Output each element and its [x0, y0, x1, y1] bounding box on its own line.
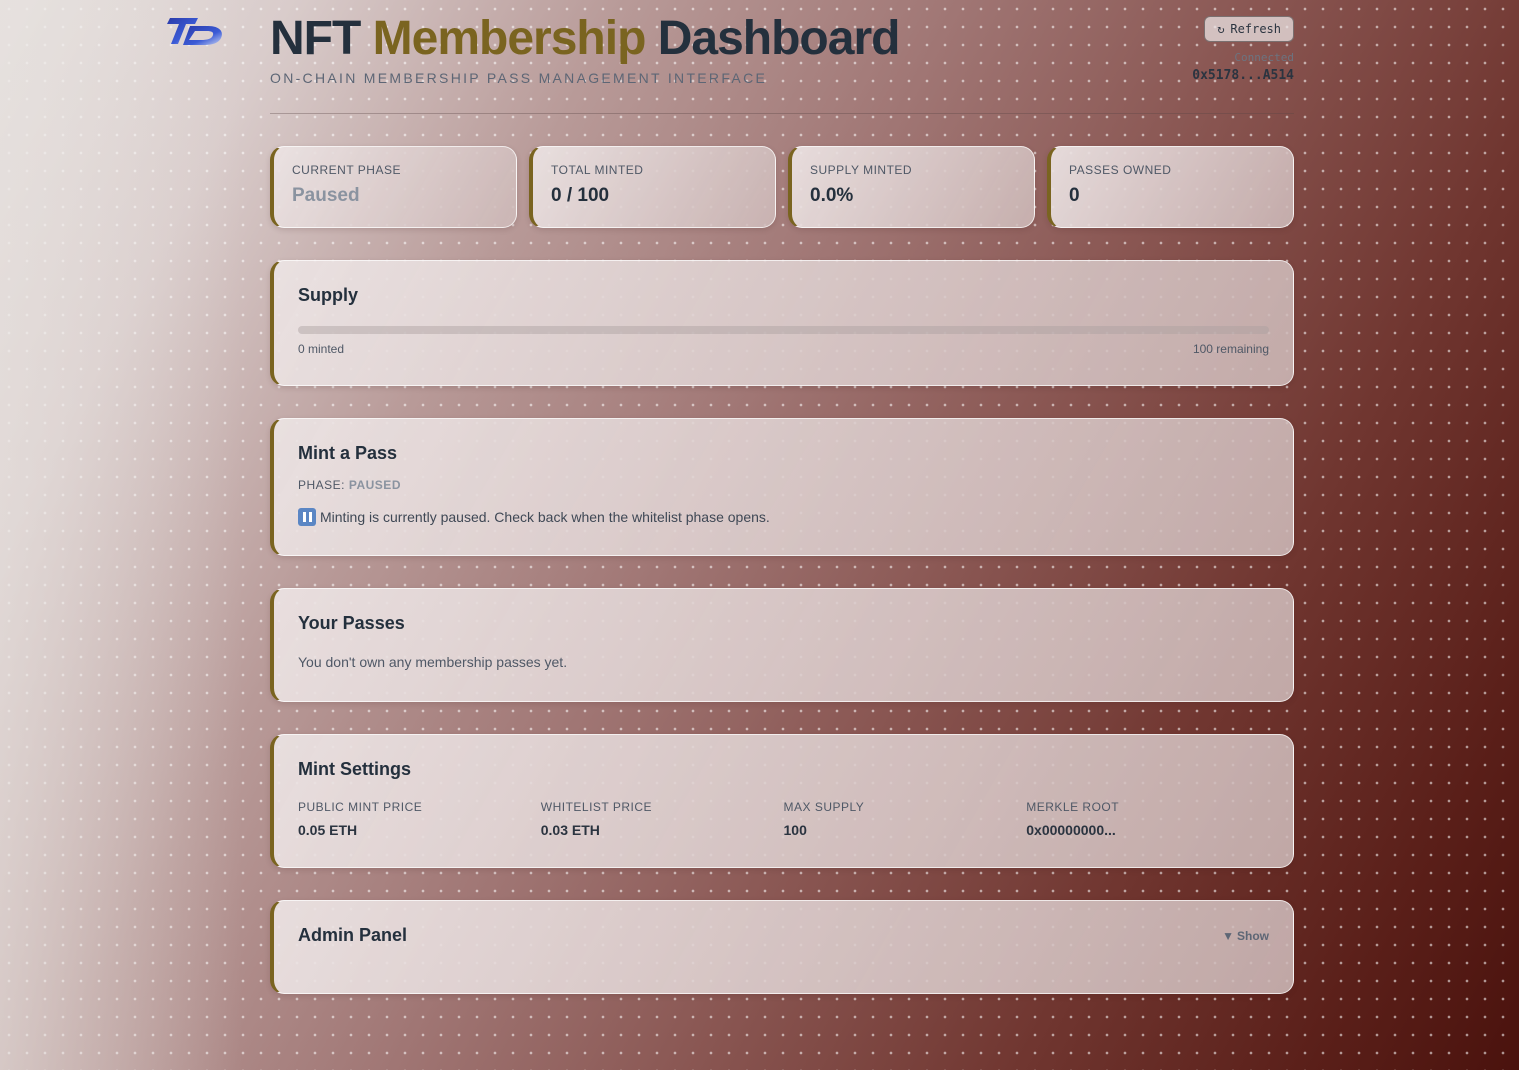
setting-label: WHITELIST PRICE [540, 800, 653, 814]
stat-label: TOTAL MINTED [551, 163, 644, 177]
passes-empty-text: You don't own any membership passes yet. [298, 654, 568, 670]
wallet-address: 0x5178...A514 [1192, 68, 1294, 83]
mint-card: Mint a Pass PHASE: PAUSED Minting is cur… [270, 418, 1294, 556]
phase-label: PHASE: [298, 478, 346, 492]
admin-show-toggle[interactable]: ▼ Show [1222, 929, 1269, 943]
refresh-icon: ↻ [1217, 22, 1225, 36]
setting-value: 0.03 ETH [540, 822, 600, 838]
mint-phase: PHASE: PAUSED [298, 478, 1269, 492]
stat-label: PASSES OWNED [1069, 163, 1172, 177]
setting-max-supply: MAX SUPPLY 100 [784, 800, 1027, 838]
remaining-label: 100 remaining [1192, 342, 1269, 356]
stat-value: 0.0% [810, 185, 854, 206]
stat-card-supply-minted: SUPPLY MINTED 0.0% [788, 146, 1035, 228]
page-subtitle: ON-CHAIN MEMBERSHIP PASS MANAGEMENT INTE… [270, 70, 768, 86]
passes-title: Your Passes [298, 613, 405, 633]
pause-icon [298, 508, 316, 526]
mint-notice: Minting is currently paused. Check back … [298, 508, 1269, 526]
triangle-down-icon: ▼ [1222, 928, 1234, 943]
setting-whitelist-price: WHITELIST PRICE 0.03 ETH [541, 800, 784, 838]
setting-value: 0.05 ETH [298, 822, 358, 838]
supply-card: Supply 0 minted 100 remaining [270, 260, 1294, 386]
setting-label: MAX SUPPLY [783, 800, 865, 814]
mint-notice-text: Minting is currently paused. Check back … [320, 509, 770, 525]
td-logo-icon [167, 18, 222, 45]
page-header: NFT Membership Dashboard ON-CHAIN MEMBER… [270, 14, 1294, 114]
settings-title: Mint Settings [298, 759, 411, 779]
admin-toggle-label: Show [1237, 928, 1269, 943]
phase-value: PAUSED [348, 478, 401, 492]
setting-merkle-root: MERKLE ROOT 0x00000000... [1026, 800, 1269, 838]
title-nft: NFT [270, 12, 361, 65]
stat-card-current-phase: CURRENT PHASE Paused [270, 146, 517, 228]
setting-label: PUBLIC MINT PRICE [298, 800, 423, 814]
mint-title: Mint a Pass [298, 443, 398, 463]
minted-label: 0 minted [298, 342, 345, 356]
refresh-label: Refresh [1230, 22, 1281, 36]
refresh-button[interactable]: ↻ Refresh [1204, 16, 1294, 42]
setting-public-mint-price: PUBLIC MINT PRICE 0.05 ETH [298, 800, 541, 838]
stat-label: CURRENT PHASE [292, 163, 401, 177]
setting-label: MERKLE ROOT [1026, 800, 1120, 814]
stat-value: 0 [1069, 185, 1080, 206]
admin-title: Admin Panel [298, 925, 408, 945]
admin-card: Admin Panel ▼ Show [270, 900, 1294, 994]
supply-title: Supply [298, 285, 359, 305]
setting-value: 100 [783, 822, 807, 838]
title-membership: Membership [372, 12, 647, 65]
stat-value: 0 / 100 [551, 185, 610, 206]
stat-label: SUPPLY MINTED [810, 163, 913, 177]
stat-card-passes-owned: PASSES OWNED 0 [1047, 146, 1294, 228]
settings-card: Mint Settings PUBLIC MINT PRICE 0.05 ETH… [270, 734, 1294, 868]
connected-label: Connected [1234, 51, 1294, 64]
setting-value: 0x00000000... [1026, 822, 1116, 838]
passes-card: Your Passes You don't own any membership… [270, 588, 1294, 702]
supply-progress-bar [298, 326, 1269, 334]
page-title: NFT Membership Dashboard [270, 14, 1294, 64]
stat-value: Paused [292, 185, 360, 206]
stat-card-total-minted: TOTAL MINTED 0 / 100 [529, 146, 776, 228]
title-dashboard: Dashboard [657, 12, 901, 65]
